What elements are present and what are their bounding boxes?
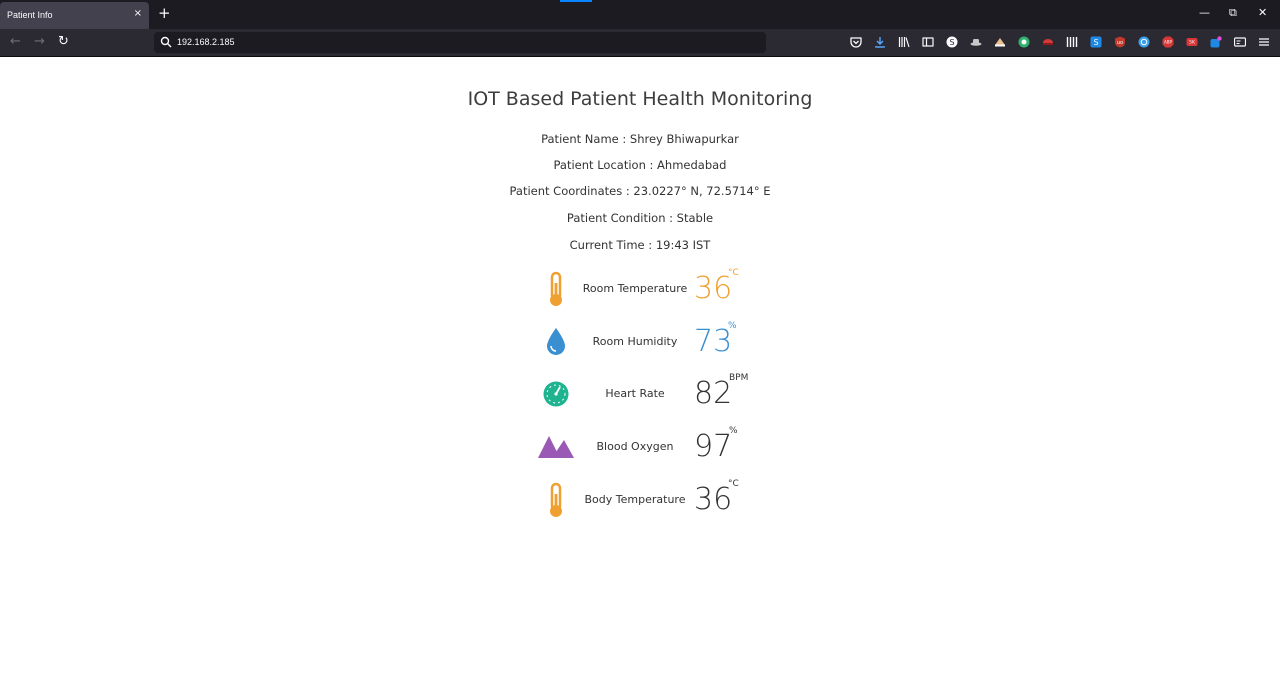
tab-title: Patient Info (7, 10, 53, 20)
patient-name: Patient Name : Shrey Bhiwapurkar (541, 132, 739, 146)
new-tab-button[interactable]: + (158, 6, 171, 21)
extension-card-icon[interactable] (1234, 36, 1246, 48)
metric-unit: BPM (729, 373, 749, 383)
current-time: Current Time : 19:43 IST (569, 238, 711, 252)
extension-fox-icon[interactable] (994, 36, 1006, 48)
thermometer-icon (550, 482, 562, 517)
metric-unit: % (728, 321, 737, 331)
metric-blood-oxygen: Blood Oxygen 97 % (530, 423, 790, 473)
extension-grid-icon[interactable] (1066, 36, 1078, 48)
metric-value: 36 (694, 482, 733, 517)
page-title: IOT Based Patient Health Monitoring (467, 88, 813, 110)
navigation-toolbar: ← → ↻ 192.168.2.185 S S uo ABP 5K (0, 29, 1280, 56)
page-content: IOT Based Patient Health Monitoring Pati… (0, 57, 1280, 691)
tab-close-icon[interactable]: × (134, 8, 142, 19)
metric-label: Room Humidity (592, 335, 678, 348)
extension-abp-icon[interactable]: ABP (1162, 36, 1174, 48)
extension-globe-icon[interactable] (1138, 36, 1150, 48)
metric-body-temperature: Body Temperature 36 °C (530, 476, 790, 526)
extension-hat-icon[interactable] (970, 36, 982, 48)
pocket-icon[interactable] (850, 36, 862, 48)
extension-green-icon[interactable] (1018, 36, 1030, 48)
metric-label: Blood Oxygen (596, 440, 674, 453)
extension-notification-icon[interactable] (1210, 36, 1222, 48)
restore-button[interactable]: ⧉ (1229, 7, 1237, 19)
metric-value: 73 (694, 324, 733, 359)
extension-red-icon[interactable] (1042, 36, 1054, 48)
gauge-icon (543, 381, 569, 407)
reload-button[interactable]: ↻ (58, 35, 69, 49)
metric-label: Body Temperature (584, 493, 686, 506)
patient-location: Patient Location : Ahmedabad (553, 158, 727, 172)
metric-label: Room Temperature (582, 282, 688, 295)
menu-icon[interactable] (1258, 36, 1270, 48)
tab-patient-info[interactable]: Patient Info × (0, 2, 149, 29)
metric-unit: °C (728, 268, 739, 278)
search-icon (160, 36, 172, 48)
patient-condition: Patient Condition : Stable (566, 211, 714, 225)
metric-room-humidity: Room Humidity 73 % (530, 318, 790, 368)
svg-text:S: S (1093, 38, 1098, 47)
svg-text:ABP: ABP (1164, 40, 1172, 45)
close-window-button[interactable]: ✕ (1258, 7, 1267, 19)
metric-value: 36 (694, 271, 733, 306)
url-text[interactable]: 192.168.2.185 (177, 37, 235, 47)
metric-value: 82 (694, 376, 733, 411)
extension-s-icon[interactable]: S (946, 36, 958, 48)
downloads-icon[interactable] (874, 36, 886, 48)
extension-red-badge-icon[interactable]: 5K (1186, 36, 1198, 48)
metric-unit: °C (728, 479, 739, 489)
address-bar[interactable]: 192.168.2.185 (154, 32, 766, 53)
tab-strip: Patient Info × + — ⧉ ✕ (0, 0, 1280, 29)
svg-text:uo: uo (1117, 40, 1123, 46)
svg-text:S: S (949, 38, 954, 47)
metric-value: 97 (694, 429, 733, 464)
minimize-button[interactable]: — (1199, 7, 1210, 19)
back-button[interactable]: ← (10, 35, 21, 49)
metric-unit: % (729, 426, 738, 436)
svg-text:5K: 5K (1189, 40, 1196, 46)
tab-indicator (560, 0, 592, 2)
sidebar-icon[interactable] (922, 36, 934, 48)
metric-room-temperature: Room Temperature 36 °C (530, 265, 790, 315)
water-drop-icon (547, 328, 565, 355)
thermometer-icon (550, 271, 562, 306)
patient-coordinates: Patient Coordinates : 23.0227° N, 72.571… (509, 184, 771, 198)
extension-blue-s-icon[interactable]: S (1090, 36, 1102, 48)
library-icon[interactable] (898, 36, 910, 48)
metric-label: Heart Rate (605, 387, 665, 400)
mountain-icon (538, 436, 574, 458)
extension-ublock-icon[interactable]: uo (1114, 36, 1126, 48)
forward-button[interactable]: → (34, 35, 45, 49)
metric-heart-rate: Heart Rate 82 BPM (530, 370, 790, 420)
